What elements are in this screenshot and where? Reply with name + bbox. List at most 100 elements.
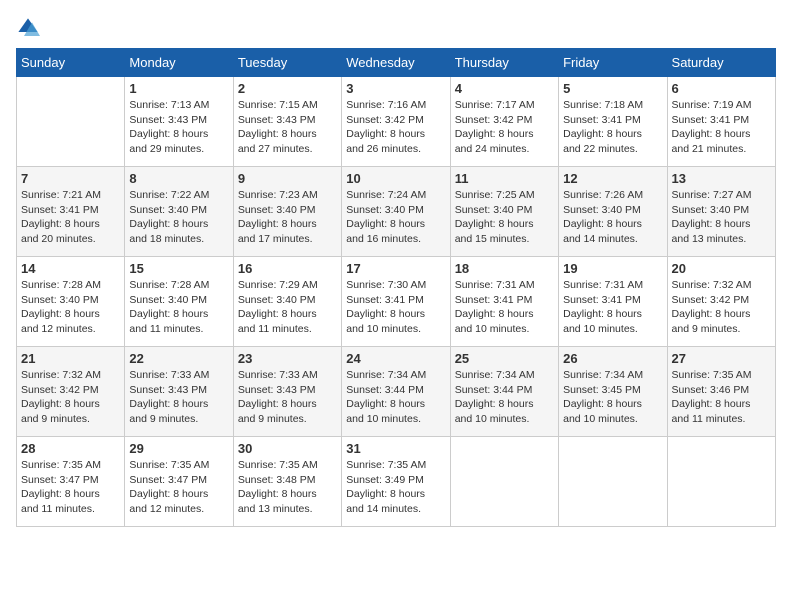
calendar-cell: 23 Sunrise: 7:33 AMSunset: 3:43 PMDayligh… [233, 347, 341, 437]
day-info: Sunrise: 7:22 AMSunset: 3:40 PMDaylight:… [129, 188, 228, 247]
calendar-cell: 18 Sunrise: 7:31 AMSunset: 3:41 PMDayligh… [450, 257, 558, 347]
calendar-cell: 19 Sunrise: 7:31 AMSunset: 3:41 PMDayligh… [559, 257, 667, 347]
day-info: Sunrise: 7:35 AMSunset: 3:48 PMDaylight:… [238, 458, 337, 517]
calendar-cell: 14 Sunrise: 7:28 AMSunset: 3:40 PMDayligh… [17, 257, 125, 347]
day-info: Sunrise: 7:13 AMSunset: 3:43 PMDaylight:… [129, 98, 228, 157]
day-number: 24 [346, 351, 445, 366]
day-info: Sunrise: 7:32 AMSunset: 3:42 PMDaylight:… [672, 278, 771, 337]
day-of-week-header: Saturday [667, 49, 775, 77]
day-number: 20 [672, 261, 771, 276]
day-info: Sunrise: 7:17 AMSunset: 3:42 PMDaylight:… [455, 98, 554, 157]
day-info: Sunrise: 7:35 AMSunset: 3:46 PMDaylight:… [672, 368, 771, 427]
calendar-cell: 16 Sunrise: 7:29 AMSunset: 3:40 PMDayligh… [233, 257, 341, 347]
day-info: Sunrise: 7:18 AMSunset: 3:41 PMDaylight:… [563, 98, 662, 157]
calendar-cell: 1Sunrise: 7:13 AMSunset: 3:43 PMDaylight… [125, 77, 233, 167]
day-number: 7 [21, 171, 120, 186]
day-number: 10 [346, 171, 445, 186]
day-number: 11 [455, 171, 554, 186]
day-info: Sunrise: 7:26 AMSunset: 3:40 PMDaylight:… [563, 188, 662, 247]
day-number: 25 [455, 351, 554, 366]
day-number: 2 [238, 81, 337, 96]
day-of-week-header: Friday [559, 49, 667, 77]
day-info: Sunrise: 7:35 AMSunset: 3:49 PMDaylight:… [346, 458, 445, 517]
day-number: 28 [21, 441, 120, 456]
calendar-cell: 11 Sunrise: 7:25 AMSunset: 3:40 PMDayligh… [450, 167, 558, 257]
day-number: 27 [672, 351, 771, 366]
day-number: 9 [238, 171, 337, 186]
day-number: 22 [129, 351, 228, 366]
day-number: 23 [238, 351, 337, 366]
day-number: 4 [455, 81, 554, 96]
calendar-week-row: 1Sunrise: 7:13 AMSunset: 3:43 PMDaylight… [17, 77, 776, 167]
day-info: Sunrise: 7:31 AMSunset: 3:41 PMDaylight:… [455, 278, 554, 337]
calendar-cell: 4 Sunrise: 7:17 AMSunset: 3:42 PMDaylight… [450, 77, 558, 167]
day-number: 18 [455, 261, 554, 276]
calendar-cell: 10Sunrise: 7:24 AMSunset: 3:40 PMDayligh… [342, 167, 450, 257]
day-number: 29 [129, 441, 228, 456]
day-number: 21 [21, 351, 120, 366]
day-number: 26 [563, 351, 662, 366]
day-info: Sunrise: 7:16 AMSunset: 3:42 PMDaylight:… [346, 98, 445, 157]
day-info: Sunrise: 7:34 AMSunset: 3:44 PMDaylight:… [455, 368, 554, 427]
day-info: Sunrise: 7:31 AMSunset: 3:41 PMDaylight:… [563, 278, 662, 337]
calendar-cell: 27 Sunrise: 7:35 AMSunset: 3:46 PMDayligh… [667, 347, 775, 437]
day-info: Sunrise: 7:34 AMSunset: 3:44 PMDaylight:… [346, 368, 445, 427]
day-info: Sunrise: 7:30 AMSunset: 3:41 PMDaylight:… [346, 278, 445, 337]
day-info: Sunrise: 7:15 AMSunset: 3:43 PMDaylight:… [238, 98, 337, 157]
calendar-cell: 3Sunrise: 7:16 AMSunset: 3:42 PMDaylight… [342, 77, 450, 167]
day-number: 13 [672, 171, 771, 186]
calendar-cell: 21 Sunrise: 7:32 AMSunset: 3:42 PMDayligh… [17, 347, 125, 437]
calendar-cell [559, 437, 667, 527]
day-info: Sunrise: 7:23 AMSunset: 3:40 PMDaylight:… [238, 188, 337, 247]
day-info: Sunrise: 7:28 AMSunset: 3:40 PMDaylight:… [21, 278, 120, 337]
day-number: 16 [238, 261, 337, 276]
calendar-cell: 5 Sunrise: 7:18 AMSunset: 3:41 PMDaylight… [559, 77, 667, 167]
day-of-week-header: Monday [125, 49, 233, 77]
day-of-week-header: Thursday [450, 49, 558, 77]
day-info: Sunrise: 7:34 AMSunset: 3:45 PMDaylight:… [563, 368, 662, 427]
day-number: 30 [238, 441, 337, 456]
day-number: 5 [563, 81, 662, 96]
day-number: 14 [21, 261, 120, 276]
logo-icon [16, 16, 40, 40]
calendar-cell: 24 Sunrise: 7:34 AMSunset: 3:44 PMDayligh… [342, 347, 450, 437]
calendar-cell [667, 437, 775, 527]
day-info: Sunrise: 7:29 AMSunset: 3:40 PMDaylight:… [238, 278, 337, 337]
calendar-week-row: 7 Sunrise: 7:21 AMSunset: 3:41 PMDaylight… [17, 167, 776, 257]
calendar-week-row: 14 Sunrise: 7:28 AMSunset: 3:40 PMDayligh… [17, 257, 776, 347]
calendar-week-row: 28 Sunrise: 7:35 AMSunset: 3:47 PMDayligh… [17, 437, 776, 527]
day-of-week-header: Tuesday [233, 49, 341, 77]
calendar-cell: 30 Sunrise: 7:35 AMSunset: 3:48 PMDayligh… [233, 437, 341, 527]
day-info: Sunrise: 7:19 AMSunset: 3:41 PMDaylight:… [672, 98, 771, 157]
day-info: Sunrise: 7:21 AMSunset: 3:41 PMDaylight:… [21, 188, 120, 247]
day-info: Sunrise: 7:35 AMSunset: 3:47 PMDaylight:… [21, 458, 120, 517]
day-of-week-header: Wednesday [342, 49, 450, 77]
day-info: Sunrise: 7:28 AMSunset: 3:40 PMDaylight:… [129, 278, 228, 337]
calendar-cell: 29Sunrise: 7:35 AMSunset: 3:47 PMDayligh… [125, 437, 233, 527]
day-info: Sunrise: 7:33 AMSunset: 3:43 PMDaylight:… [238, 368, 337, 427]
calendar-cell: 9 Sunrise: 7:23 AMSunset: 3:40 PMDaylight… [233, 167, 341, 257]
day-number: 31 [346, 441, 445, 456]
calendar-cell: 2 Sunrise: 7:15 AMSunset: 3:43 PMDaylight… [233, 77, 341, 167]
day-info: Sunrise: 7:32 AMSunset: 3:42 PMDaylight:… [21, 368, 120, 427]
day-info: Sunrise: 7:27 AMSunset: 3:40 PMDaylight:… [672, 188, 771, 247]
page-header [16, 16, 776, 40]
day-number: 6 [672, 81, 771, 96]
day-number: 8 [129, 171, 228, 186]
day-number: 12 [563, 171, 662, 186]
calendar-cell: 8 Sunrise: 7:22 AMSunset: 3:40 PMDaylight… [125, 167, 233, 257]
calendar-cell: 12 Sunrise: 7:26 AMSunset: 3:40 PMDayligh… [559, 167, 667, 257]
calendar-cell: 26 Sunrise: 7:34 AMSunset: 3:45 PMDayligh… [559, 347, 667, 437]
calendar-cell: 20 Sunrise: 7:32 AMSunset: 3:42 PMDayligh… [667, 257, 775, 347]
logo [16, 16, 44, 40]
day-number: 17 [346, 261, 445, 276]
day-number: 19 [563, 261, 662, 276]
calendar-cell: 13 Sunrise: 7:27 AMSunset: 3:40 PMDayligh… [667, 167, 775, 257]
calendar-cell [17, 77, 125, 167]
calendar-table: SundayMondayTuesdayWednesdayThursdayFrid… [16, 48, 776, 527]
day-of-week-header: Sunday [17, 49, 125, 77]
day-info: Sunrise: 7:33 AMSunset: 3:43 PMDaylight:… [129, 368, 228, 427]
calendar-cell: 25 Sunrise: 7:34 AMSunset: 3:44 PMDayligh… [450, 347, 558, 437]
day-info: Sunrise: 7:25 AMSunset: 3:40 PMDaylight:… [455, 188, 554, 247]
calendar-cell: 15Sunrise: 7:28 AMSunset: 3:40 PMDayligh… [125, 257, 233, 347]
